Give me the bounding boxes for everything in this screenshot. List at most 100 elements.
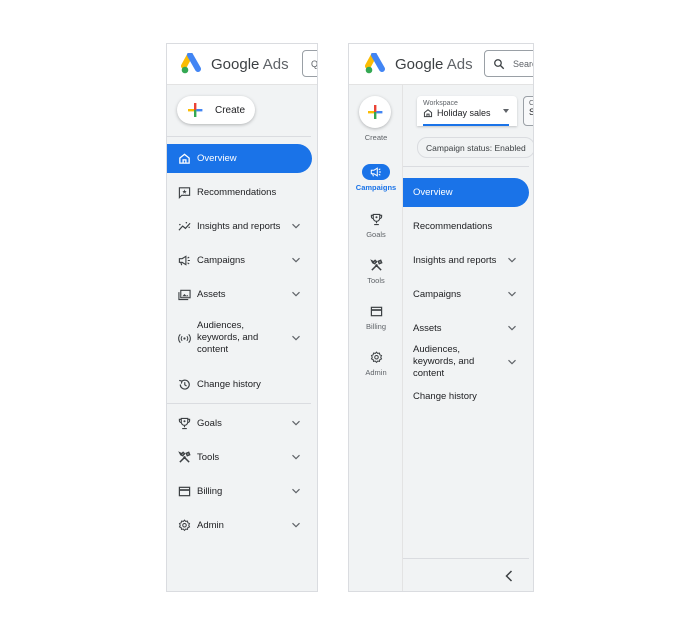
rail-navigation-panel: Google Ads Search Create Campaigns Goals… (348, 43, 534, 592)
brand-ads: Ads (446, 55, 473, 73)
rail-item-billing[interactable]: Billing (349, 303, 403, 331)
nav-item-recommendations[interactable]: Recommendations (177, 182, 311, 202)
chevron-down-icon (507, 289, 517, 299)
nav-item-change-history[interactable]: Change history (177, 374, 311, 394)
top-bar: Google Ads Q (167, 44, 317, 85)
nav-item-label: Assets (413, 322, 442, 334)
search-input[interactable]: Q (302, 50, 318, 77)
nav-item-label: Audiences, keywords, and content (197, 320, 259, 355)
nav-item-admin[interactable]: Admin (177, 515, 311, 535)
chevron-down-icon (291, 221, 301, 231)
nav-item-label: Overview (413, 187, 453, 198)
chevron-down-icon (291, 418, 301, 428)
billing-icon (177, 484, 191, 498)
nav-item-label: Insights and reports (197, 220, 281, 232)
divider (403, 166, 529, 167)
nav-item-label: Recommendations (413, 220, 493, 232)
nav-item-label: Goals (197, 417, 222, 429)
nav-item-campaigns[interactable]: Campaigns (403, 284, 533, 304)
create-label-text: Create (364, 133, 388, 142)
nav-item-assets[interactable]: Assets (403, 318, 533, 338)
chevron-down-icon (507, 323, 517, 333)
google-ads-logo[interactable]: Google Ads (365, 53, 473, 75)
rail-item-campaigns[interactable]: Campaigns (349, 164, 403, 192)
nav-item-change-history[interactable]: Change history (403, 386, 533, 406)
nav-item-label: Change history (197, 378, 261, 390)
brand-ads: Ads (262, 55, 289, 73)
rail-item-label: Campaigns (355, 183, 397, 192)
dropdown-arrow-icon (503, 109, 509, 113)
chevron-down-icon (291, 452, 301, 462)
tools-icon (362, 257, 390, 273)
workspace-value: Holiday sales (437, 108, 491, 118)
campaign-status-chip[interactable]: Campaign status: Enabled (417, 137, 533, 158)
search-icon (493, 58, 505, 70)
nav-item-campaigns[interactable]: Campaigns (177, 250, 311, 270)
home-icon (423, 108, 433, 118)
google-ads-logo[interactable]: Google Ads (181, 53, 289, 75)
secondary-select-label: C (529, 100, 534, 107)
secondary-select[interactable]: C S (523, 96, 534, 126)
chevron-down-icon (291, 289, 301, 299)
plus-icon (367, 104, 383, 120)
goals-icon (177, 416, 191, 430)
nav-item-billing[interactable]: Billing (177, 481, 311, 501)
create-button[interactable]: Create (177, 96, 255, 124)
collapse-chevron-left-icon[interactable] (503, 569, 515, 583)
campaigns-icon (362, 164, 390, 180)
search-placeholder: Q (311, 58, 318, 69)
expanded-navigation-panel: Google Ads Q Create Overview Recommendat… (166, 43, 318, 592)
divider (167, 136, 311, 137)
brand-google: Google (211, 55, 260, 73)
nav-item-label: Tools (197, 451, 220, 463)
nav-item-label: Overview (197, 153, 237, 164)
search-placeholder: Search (513, 58, 533, 69)
nav-item-overview[interactable]: Overview (167, 144, 312, 173)
nav-item-label: Admin (197, 519, 224, 531)
workspace-select[interactable]: Workspace Holiday sales (417, 96, 517, 126)
rail-item-label: Admin (365, 368, 387, 377)
nav-item-audiences-keywords-and-content[interactable]: Audiences, keywords, and content (177, 320, 311, 356)
recommendations-icon (177, 185, 191, 199)
rail-item-admin[interactable]: Admin (349, 349, 403, 377)
rail-item-label: Billing (365, 322, 386, 331)
chip-label: Campaign status: Enabled (426, 142, 526, 153)
rail-item-goals[interactable]: Goals (349, 211, 403, 239)
nav-item-insights-and-reports[interactable]: Insights and reports (403, 250, 533, 270)
admin-icon (177, 518, 191, 532)
chevron-down-icon (507, 357, 517, 367)
rail-item-tools[interactable]: Tools (349, 257, 403, 285)
chevron-down-icon (507, 255, 517, 265)
search-input[interactable]: Search (484, 50, 533, 77)
nav-item-assets[interactable]: Assets (177, 284, 311, 304)
nav-item-overview[interactable]: Overview (403, 178, 529, 207)
nav-item-label: Change history (413, 390, 477, 402)
nav-item-tools[interactable]: Tools (177, 447, 311, 467)
divider (167, 403, 311, 404)
nav-item-label: Recommendations (197, 186, 277, 198)
focus-underline (423, 124, 509, 126)
audiences-icon (177, 331, 191, 345)
secondary-select-value: S (529, 107, 533, 117)
create-label: Create (349, 133, 403, 142)
billing-icon (362, 303, 390, 319)
plus-icon (187, 102, 203, 118)
workspace-label: Workspace (423, 100, 458, 107)
nav-item-label: Campaigns (197, 254, 246, 266)
nav-item-recommendations[interactable]: Recommendations (403, 216, 533, 236)
history-icon (177, 377, 191, 391)
nav-item-label: Billing (197, 485, 223, 497)
chevron-down-icon (291, 333, 301, 343)
rail-item-label: Goals (366, 230, 386, 239)
chevron-down-icon (291, 255, 301, 265)
google-ads-logo-icon (181, 53, 205, 75)
nav-item-goals[interactable]: Goals (177, 413, 311, 433)
nav-item-label: Insights and reports (413, 254, 497, 266)
nav-item-audiences-keywords-and-content[interactable]: Audiences, keywords, and content (403, 344, 533, 379)
create-button[interactable] (359, 96, 391, 128)
nav-item-insights-and-reports[interactable]: Insights and reports (177, 216, 311, 236)
brand-google: Google (395, 55, 444, 73)
goals-icon (362, 211, 390, 227)
home-icon (177, 152, 191, 166)
nav-item-label: Campaigns (413, 288, 462, 300)
